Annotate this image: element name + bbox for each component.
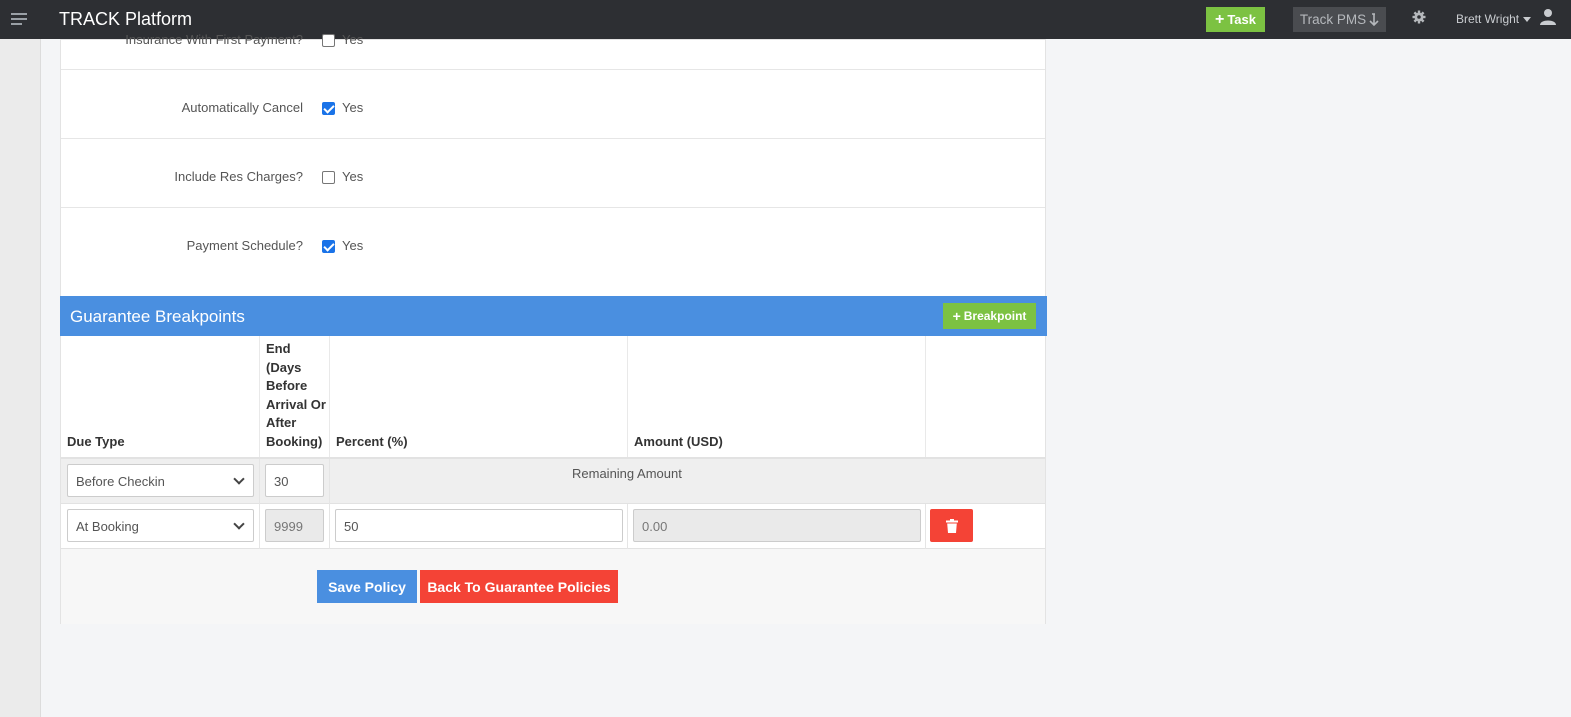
track-pms-label: Track PMS xyxy=(1299,12,1367,27)
insurance-yes-label: Yes xyxy=(342,32,364,47)
col-end-days-label: End (Days Before Arrival Or After Bookin… xyxy=(266,341,326,449)
payment-schedule-yes-label: Yes xyxy=(342,238,364,253)
user-name: Brett Wright xyxy=(1456,12,1520,26)
user-menu[interactable]: Brett Wright xyxy=(1456,12,1532,26)
auto-cancel-yes-label: Yes xyxy=(342,100,364,115)
breakpoints-panel-header: Guarantee Breakpoints + Breakpoint xyxy=(60,296,1047,336)
track-pms-button[interactable]: Track PMS xyxy=(1293,7,1386,32)
breakpoints-title: Guarantee Breakpoints xyxy=(70,307,245,326)
res-charges-label: Include Res Charges? xyxy=(174,169,303,184)
col-actions xyxy=(926,336,1045,457)
caret-down-icon xyxy=(1523,16,1532,22)
table-row: Before Checkin 30 Remaining Amount xyxy=(61,459,1045,504)
back-to-policies-button[interactable]: Back To Guarantee Policies xyxy=(420,570,618,603)
due-type-select[interactable]: At Booking xyxy=(67,509,254,542)
col-due-type: Due Type xyxy=(61,336,260,457)
sidebar xyxy=(0,39,41,717)
plus-icon: + xyxy=(952,308,961,324)
col-due-type-label: Due Type xyxy=(67,433,125,449)
remaining-amount-text: Remaining Amount xyxy=(572,466,682,481)
breakpoints-table-header: Due Type End (Days Before Arrival Or Aft… xyxy=(61,336,1045,459)
trash-icon xyxy=(945,518,958,533)
form-row-auto-cancel: Automatically Cancel Yes xyxy=(61,70,1045,139)
due-type-select[interactable]: Before Checkin xyxy=(67,464,254,497)
form-row-insurance: Insurance With First Payment? Yes xyxy=(61,1,1045,70)
col-end-days: End (Days Before Arrival Or After Bookin… xyxy=(260,336,330,457)
form-actions: Save Policy Back To Guarantee Policies xyxy=(61,549,1045,624)
due-type-value: Before Checkin xyxy=(76,474,165,489)
col-percent-label: Percent (%) xyxy=(336,433,408,449)
chevron-down-icon xyxy=(233,518,245,530)
gear-icon[interactable] xyxy=(1412,10,1428,26)
add-breakpoint-button[interactable]: + Breakpoint xyxy=(943,303,1036,329)
add-task-button[interactable]: + Task xyxy=(1206,7,1265,32)
res-charges-yes-label: Yes xyxy=(342,169,364,184)
table-row: At Booking 9999 50 0.00 xyxy=(61,504,1045,549)
payment-schedule-checkbox[interactable] xyxy=(322,240,335,253)
insurance-checkbox[interactable] xyxy=(322,34,335,47)
percent-input[interactable]: 50 xyxy=(335,509,623,542)
add-breakpoint-label: Breakpoint xyxy=(963,309,1027,323)
auto-cancel-label: Automatically Cancel xyxy=(181,100,303,115)
delete-breakpoint-button[interactable] xyxy=(930,509,973,542)
menu-icon[interactable] xyxy=(11,13,27,25)
form-row-res-charges: Include Res Charges? Yes xyxy=(61,139,1045,208)
col-percent: Percent (%) xyxy=(330,336,628,457)
col-amount-label: Amount (USD) xyxy=(634,433,723,449)
end-days-input[interactable]: 30 xyxy=(265,464,324,497)
download-arrow-icon xyxy=(1369,12,1379,26)
policy-form-card: Insurance With First Payment? Yes Automa… xyxy=(60,32,1047,624)
end-days-input: 9999 xyxy=(265,509,324,542)
add-task-label: Task xyxy=(1227,12,1256,27)
plus-icon: + xyxy=(1214,11,1225,28)
amount-input: 0.00 xyxy=(633,509,921,542)
payment-schedule-label: Payment Schedule? xyxy=(186,238,303,253)
res-charges-checkbox[interactable] xyxy=(322,171,335,184)
form-row-payment-schedule: Payment Schedule? Yes xyxy=(61,208,1045,277)
insurance-label: Insurance With First Payment? xyxy=(125,32,303,47)
col-amount: Amount (USD) xyxy=(628,336,926,457)
auto-cancel-checkbox[interactable] xyxy=(322,102,335,115)
save-policy-button[interactable]: Save Policy xyxy=(317,570,417,603)
due-type-value: At Booking xyxy=(76,519,139,534)
user-icon[interactable] xyxy=(1539,8,1557,26)
chevron-down-icon xyxy=(233,473,245,485)
